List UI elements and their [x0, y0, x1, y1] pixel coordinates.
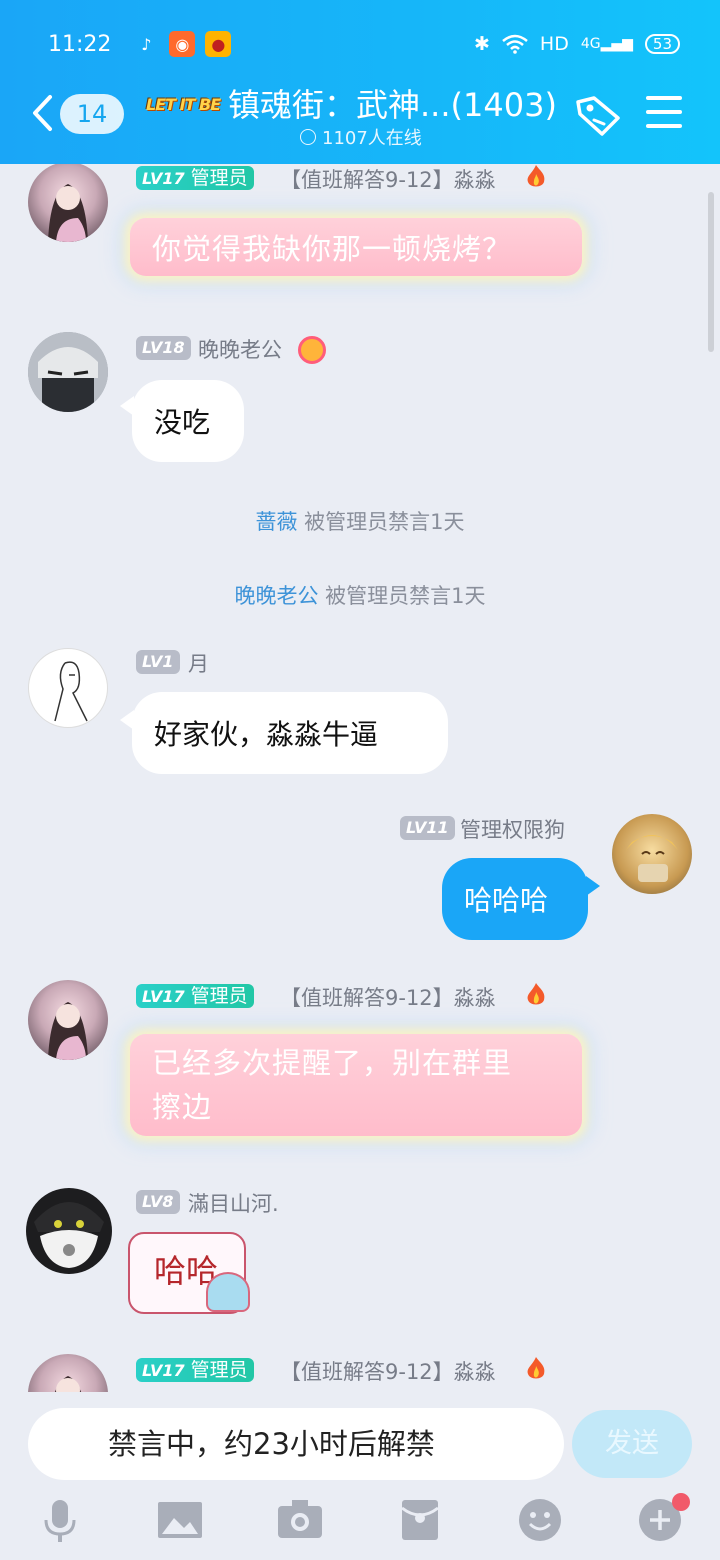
system-user[interactable]: 蔷薇: [255, 510, 297, 534]
network-type: HD: [539, 33, 569, 55]
message-bubble[interactable]: 哈哈哈: [442, 858, 588, 940]
camera-icon[interactable]: [278, 1498, 322, 1542]
admin-badge: LV17 管理员: [136, 1358, 254, 1382]
battery-icon: 53: [644, 34, 680, 54]
fire-icon: [527, 983, 545, 1005]
menu-icon[interactable]: [646, 96, 682, 130]
scrollbar[interactable]: [708, 192, 714, 352]
bluetooth-icon: ✱: [473, 33, 490, 55]
message-bubble[interactable]: 好家伙，淼淼牛逼: [132, 692, 448, 774]
level-badge: LV1: [136, 650, 180, 674]
emoji-icon[interactable]: [518, 1498, 562, 1542]
avatar[interactable]: [28, 332, 108, 412]
level-badge: LV18: [136, 336, 191, 360]
wifi-icon: [502, 34, 528, 54]
message-text: 好家伙，淼淼牛逼: [154, 718, 379, 751]
tiktok-icon: ♪: [141, 34, 152, 54]
sender-name[interactable]: 滿目山河.: [188, 1188, 279, 1218]
emoji-badge-icon: [298, 336, 326, 364]
notification-dot: [672, 1493, 690, 1511]
level-text: LV17: [142, 169, 185, 188]
level-badge: LV11: [400, 816, 455, 840]
avatar[interactable]: [28, 648, 108, 728]
message-text-line: 擦边: [152, 1090, 213, 1124]
online-check-icon: [300, 129, 316, 145]
avatar[interactable]: [28, 164, 108, 242]
avatar[interactable]: [26, 1188, 112, 1274]
avatar[interactable]: [612, 814, 692, 894]
message-bubble[interactable]: 没吃: [132, 380, 244, 462]
system-notice: 蔷薇 被管理员禁言1天: [0, 506, 720, 536]
avatar[interactable]: [28, 1354, 108, 1392]
sticker-bottle-icon: [206, 1272, 250, 1312]
sender-name[interactable]: 【值班解答9-12】淼淼: [280, 1356, 496, 1386]
status-bar: 11:22 ♪ ◉ ● ✱ HD 4G▂▄▆ 53: [48, 28, 680, 60]
signal-type: 4G: [580, 36, 601, 52]
online-count[interactable]: 1107人在线: [300, 124, 422, 150]
status-time: 11:22: [48, 31, 112, 57]
group-title[interactable]: 镇魂街：武神...(1403): [228, 80, 557, 126]
signal-icon: 4G▂▄▆: [580, 36, 633, 52]
admin-badge: LV17 管理员: [136, 984, 254, 1008]
sender-name[interactable]: 晚晚老公: [198, 334, 282, 364]
system-notice: 晚晚老公 被管理员禁言1天: [0, 580, 720, 610]
battery-level: 53: [652, 35, 672, 53]
unread-count-badge[interactable]: 14: [60, 94, 124, 134]
fire-icon: [527, 165, 545, 187]
system-text: 被管理员禁言1天: [304, 510, 465, 534]
avatar[interactable]: [28, 980, 108, 1060]
microphone-icon[interactable]: [38, 1498, 82, 1542]
online-count-label: 1107人在线: [322, 128, 422, 149]
bubble-tail: [586, 876, 600, 896]
role-text: 管理员: [190, 167, 248, 189]
message-input[interactable]: 禁言中，约23小时后解禁: [28, 1408, 564, 1480]
chat-area[interactable]: LV17 管理员 【值班解答9-12】淼淼 你觉得我缺你那一顿烧烤？ LV18 晚…: [0, 164, 720, 1392]
message-text: 哈哈哈: [464, 884, 549, 917]
red-packet-icon[interactable]: [398, 1498, 442, 1542]
message-text: 没吃: [154, 406, 211, 439]
message-text-line: 已经多次提醒了，别在群里: [152, 1046, 513, 1080]
game-app-icon: ●: [205, 31, 232, 57]
sender-name[interactable]: 月: [188, 648, 209, 678]
role-text: 管理员: [190, 985, 248, 1007]
fire-icon: [527, 1357, 545, 1379]
sender-name[interactable]: 【值班解答9-12】淼淼: [280, 164, 496, 194]
group-logo: LET IT BE: [146, 95, 221, 114]
message-bubble[interactable]: 已经多次提醒了，别在群里 擦边: [130, 1034, 582, 1136]
system-user[interactable]: 晚晚老公: [234, 584, 318, 608]
input-bar: 禁言中，约23小时后解禁 发送: [0, 1392, 720, 1492]
sender-name[interactable]: 【值班解答9-12】淼淼: [280, 982, 496, 1012]
sender-name[interactable]: 管理权限狗: [460, 814, 565, 844]
bottom-toolbar: [0, 1492, 720, 1560]
level-text: LV17: [142, 1361, 185, 1380]
back-arrow-icon[interactable]: [30, 94, 54, 132]
message-bubble[interactable]: 你觉得我缺你那一顿烧烤？: [130, 218, 582, 276]
group-tag-icon[interactable]: [574, 94, 622, 138]
system-text: 被管理员禁言1天: [325, 584, 486, 608]
role-text: 管理员: [190, 1359, 248, 1381]
admin-badge: LV17 管理员: [136, 166, 254, 190]
top-bar: 11:22 ♪ ◉ ● ✱ HD 4G▂▄▆ 53 14 LET IT BE 镇…: [0, 0, 720, 164]
level-text: LV17: [142, 987, 185, 1006]
image-icon[interactable]: [158, 1498, 202, 1542]
kuaishou-icon: ◉: [169, 31, 196, 57]
level-badge: LV8: [136, 1190, 180, 1214]
send-button[interactable]: 发送: [572, 1410, 692, 1478]
message-text: 你觉得我缺你那一顿烧烤？: [152, 232, 513, 266]
